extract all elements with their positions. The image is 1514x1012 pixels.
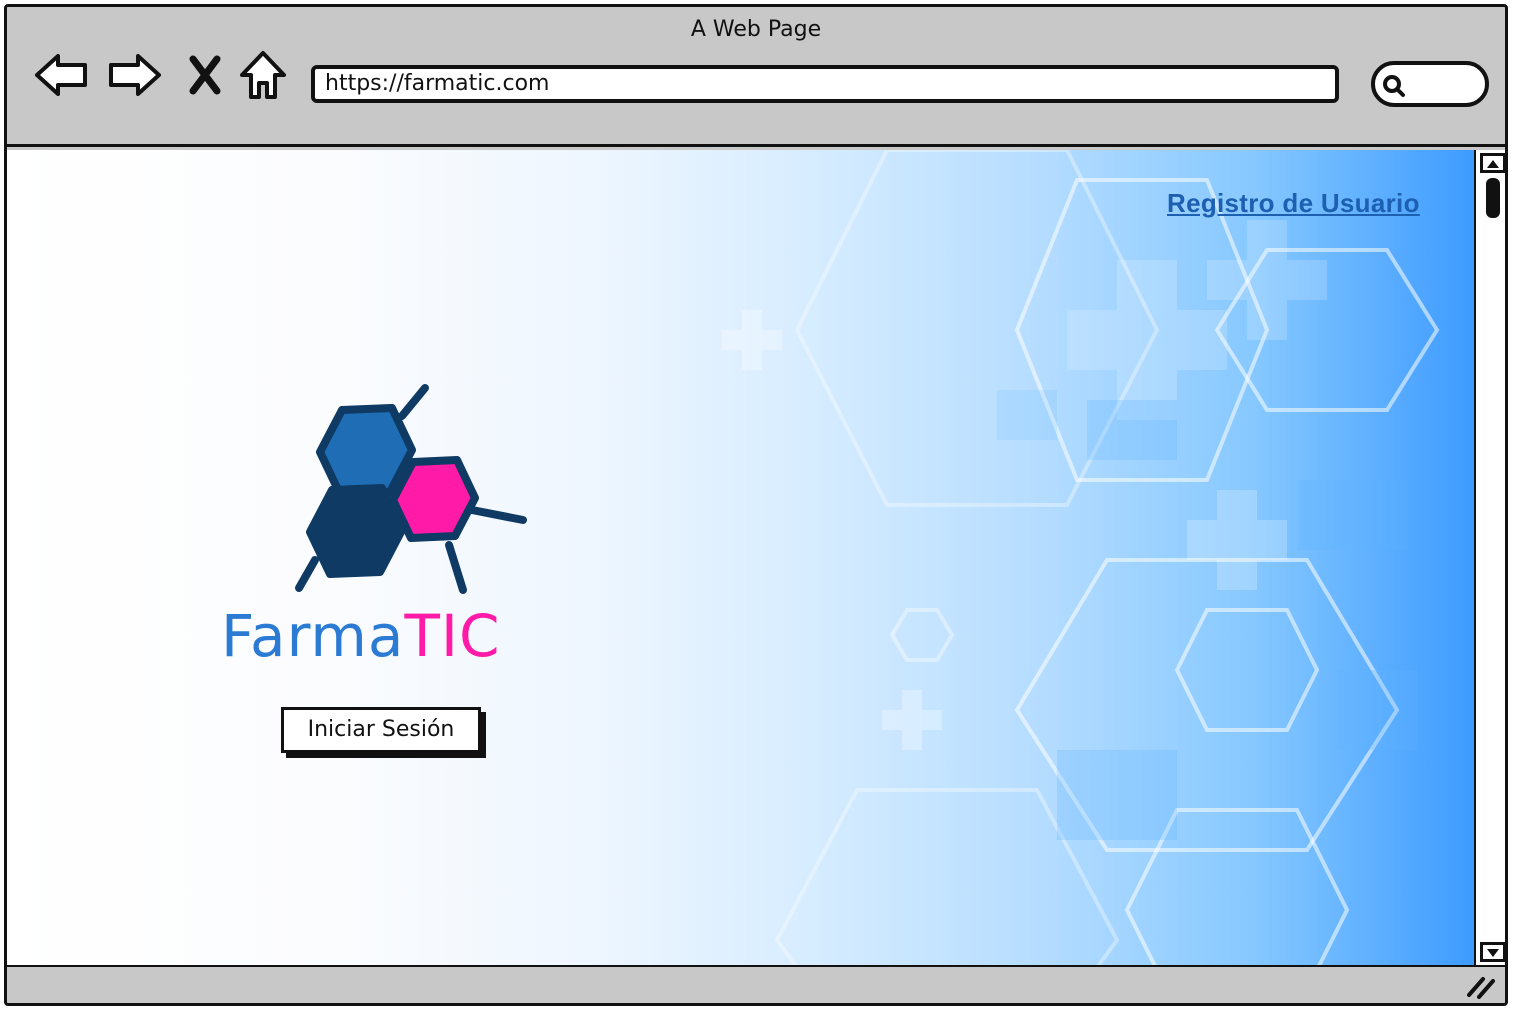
scroll-down-button[interactable] [1480, 942, 1505, 962]
register-user-link[interactable]: Registro de Usuario [1167, 188, 1420, 219]
back-button[interactable] [33, 49, 89, 105]
home-icon [238, 49, 288, 105]
scroll-up-button[interactable] [1480, 153, 1505, 173]
window-title: A Web Page [690, 17, 822, 42]
browser-toolbar: A Web Page https://farmatic.com [7, 7, 1505, 147]
status-bar [7, 965, 1505, 1003]
farmatic-logo [217, 380, 547, 604]
close-icon [187, 55, 223, 99]
forward-icon [108, 52, 162, 102]
brand-name-part1: Farma [221, 602, 405, 670]
arrow-up-icon [1486, 154, 1500, 173]
arrow-down-icon [1486, 943, 1500, 962]
resize-grip-icon[interactable] [1465, 971, 1497, 1003]
forward-button[interactable] [107, 49, 163, 105]
address-bar[interactable]: https://farmatic.com [311, 65, 1339, 103]
browser-search-field[interactable] [1371, 61, 1489, 107]
brand-name-part2: TIC [404, 602, 501, 670]
page-content: Registro de Usuario FarmaTIC Iniciar Ses… [7, 150, 1474, 965]
stop-button[interactable] [177, 49, 233, 105]
brand-name: FarmaTIC [221, 602, 501, 670]
browser-window: A Web Page https://farmatic.com Registro… [4, 4, 1508, 1006]
back-icon [34, 52, 88, 102]
vertical-scrollbar[interactable] [1474, 150, 1505, 965]
login-button[interactable]: Iniciar Sesión [281, 707, 481, 753]
scrollbar-thumb[interactable] [1486, 178, 1500, 218]
home-button[interactable] [235, 49, 291, 105]
